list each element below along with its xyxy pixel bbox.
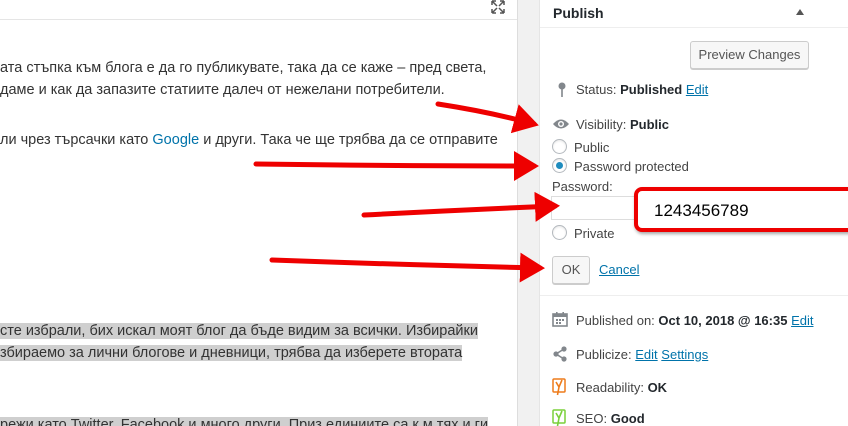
publish-header[interactable]: Publish [540, 0, 848, 28]
status-edit-link[interactable]: Edit [686, 82, 708, 97]
calendar-icon [552, 312, 568, 327]
callout-text: 1243456789 [654, 201, 749, 220]
paragraph-line: режи като Twitter, Facebook и много друг… [0, 414, 489, 426]
publish-title: Publish [553, 5, 604, 21]
cancel-link[interactable]: Cancel [599, 262, 639, 277]
ok-button[interactable]: OK [552, 256, 590, 284]
divider [540, 295, 848, 296]
paragraph-line: збираемо за лични блогове и дневници, тр… [0, 342, 463, 364]
selected-text: режи като Twitter, Facebook и много друг… [0, 417, 489, 426]
radio-private-label[interactable]: Private [574, 226, 614, 241]
editor-toolbar [0, 0, 517, 20]
paragraph-line: ата стъпка към блога е да го публикувате… [0, 60, 487, 76]
radio-public-label[interactable]: Public [574, 140, 609, 155]
google-link[interactable]: Google [152, 132, 199, 148]
publicize-row: Publicize: Edit Settings [576, 347, 709, 362]
visibility-row: Visibility: Public [576, 117, 669, 132]
selected-text: сте избрали, бих искал моят блог да бъде… [0, 323, 478, 339]
readability-row: Readability: OK [576, 380, 668, 395]
pin-icon [558, 82, 566, 97]
publicize-edit-link[interactable]: Edit [635, 347, 657, 362]
radio-private[interactable] [552, 225, 567, 240]
seo-value: Good [610, 411, 645, 426]
visibility-value: Public [629, 117, 669, 132]
expand-icon[interactable] [489, 0, 507, 16]
paragraph-line: сте избрали, бих искал моят блог да бъде… [0, 320, 478, 342]
radio-password-label[interactable]: Password protected [574, 159, 689, 174]
paragraph-line: ли чрез търсачки като Google и други. Та… [0, 132, 498, 148]
published-date: Oct 10, 2018 @ 16:35 [658, 313, 788, 328]
seo-row: SEO: Good [576, 411, 645, 426]
post-editor[interactable]: ата стъпка към блога е да го публикувате… [0, 0, 518, 426]
collapse-arrow-icon[interactable] [796, 9, 804, 15]
eye-icon [553, 119, 569, 129]
published-on-row: Published on: Oct 10, 2018 @ 16:35 Edit [576, 313, 814, 328]
preview-changes-button[interactable]: Preview Changes [690, 41, 809, 69]
radio-public[interactable] [552, 139, 567, 154]
status-row: Status: Published Edit [576, 82, 709, 97]
column-gutter [519, 0, 539, 426]
paragraph-line: даме и как да запазите статиите далеч от… [0, 82, 445, 98]
seo-icon [552, 409, 566, 426]
publicize-settings-link[interactable]: Settings [661, 347, 708, 362]
readability-value: OK [647, 380, 668, 395]
readability-icon [552, 378, 566, 396]
selected-text: збираемо за лични блогове и дневници, тр… [0, 345, 463, 361]
radio-password-protected[interactable] [552, 158, 567, 173]
status-value: Published [620, 82, 683, 97]
password-callout: 1243456789 [634, 187, 848, 232]
share-icon [553, 346, 567, 362]
password-label: Password: [552, 179, 613, 194]
published-edit-link[interactable]: Edit [791, 313, 813, 328]
